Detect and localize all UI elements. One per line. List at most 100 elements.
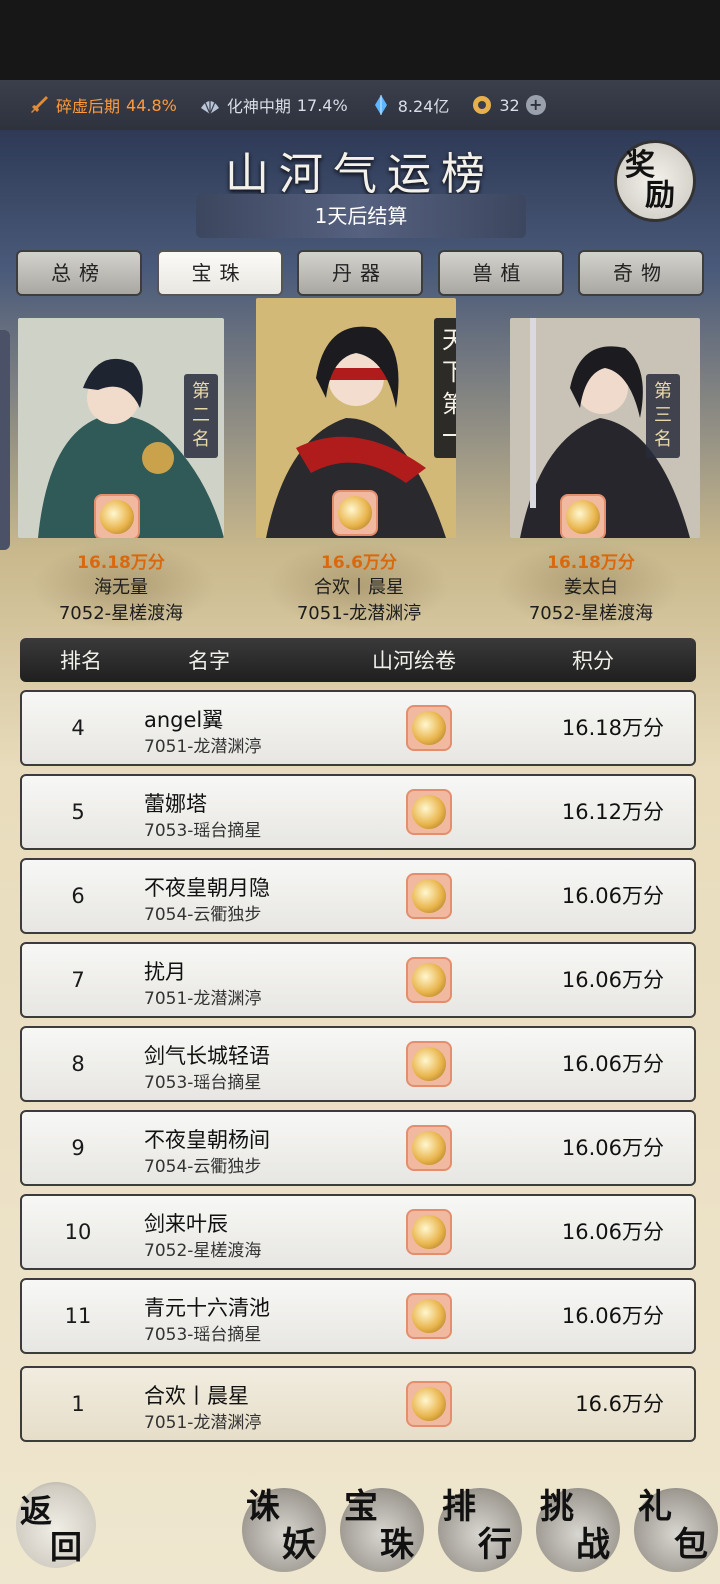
scroll-icon[interactable]: [406, 705, 452, 751]
spirit-stone-counter: 8.24亿: [370, 93, 450, 117]
scroll-icon[interactable]: [406, 1125, 452, 1171]
scroll-icon[interactable]: [406, 1209, 452, 1255]
nav-demon-slaying-button[interactable]: 诛 妖: [242, 1488, 326, 1572]
scroll-icon[interactable]: [560, 494, 606, 538]
nav-char: 礼: [638, 1487, 672, 1527]
nav-treasure-button[interactable]: 宝 珠: [340, 1488, 424, 1572]
treasure-orb-icon: [412, 963, 446, 997]
reward-button[interactable]: 奖 励: [614, 140, 696, 222]
column-scroll: 山河绘卷: [372, 649, 456, 673]
treasure-orb-icon: [412, 711, 446, 745]
third-place-portrait[interactable]: 第三名: [510, 318, 700, 538]
scroll-icon[interactable]: [406, 1041, 452, 1087]
nav-char: 珠: [380, 1525, 414, 1565]
reward-char: 励: [645, 178, 675, 213]
row-name: 蕾娜塔: [144, 792, 207, 816]
row-server: 7053-瑶台摘星: [144, 1325, 262, 1345]
row-rank: 6: [71, 884, 85, 908]
podium-name: 海无量: [94, 577, 148, 598]
table-row[interactable]: 7 扰月 7051-龙潜渊渟 16.06万分: [20, 942, 696, 1018]
first-place-portrait[interactable]: 天下第一: [256, 298, 456, 538]
podium-score: 16.18万分: [77, 553, 165, 573]
table-row[interactable]: 4 angel翼 7051-龙潜渊渟 16.18万分: [20, 690, 696, 766]
page-title: 山河气运榜: [225, 149, 495, 200]
back-button[interactable]: 返 回: [16, 1482, 96, 1568]
tab-curiosity[interactable]: 奇物: [578, 250, 704, 296]
scroll-icon[interactable]: [94, 494, 140, 538]
row-name: 青元十六清池: [144, 1296, 270, 1320]
third-place-info: 16.18万分 姜太白 7052-星槎渡海: [496, 548, 686, 625]
nav-ranking-button[interactable]: 排 行: [438, 1488, 522, 1572]
scroll-icon[interactable]: [406, 789, 452, 835]
table-row[interactable]: 9 不夜皇朝杨间 7054-云衢独步 16.06万分: [20, 1110, 696, 1186]
top-wave-pattern: [0, 0, 720, 80]
treasure-orb-icon: [412, 1047, 446, 1081]
table-row[interactable]: 6 不夜皇朝月隐 7054-云衢独步 16.06万分: [20, 858, 696, 934]
podium-score: 16.18万分: [547, 553, 635, 573]
realm-progress-secondary: 化神中期 17.4%: [199, 93, 348, 117]
scroll-icon[interactable]: [406, 1293, 452, 1339]
fan-icon: [200, 99, 219, 115]
treasure-orb-icon: [412, 1215, 446, 1249]
row-score: 16.06万分: [561, 1220, 664, 1244]
scroll-icon[interactable]: [406, 873, 452, 919]
table-row[interactable]: 5 蕾娜塔 7053-瑶台摘星 16.12万分: [20, 774, 696, 850]
column-score: 积分: [572, 649, 614, 673]
treasure-orb-icon: [412, 1299, 446, 1333]
currency-counter: 32 +: [471, 94, 546, 116]
row-rank: 4: [71, 716, 85, 740]
row-name: 剑来叶辰: [144, 1212, 228, 1236]
table-row[interactable]: 8 剑气长城轻语 7053-瑶台摘星 16.06万分: [20, 1026, 696, 1102]
add-currency-button[interactable]: +: [525, 95, 546, 115]
nav-char: 回: [50, 1528, 83, 1566]
nav-char: 行: [478, 1525, 512, 1565]
tab-treasure[interactable]: 宝珠: [156, 250, 283, 296]
row-score: 16.06万分: [561, 968, 664, 992]
nav-challenge-button[interactable]: 挑 战: [536, 1488, 620, 1572]
nav-char: 包: [674, 1525, 708, 1565]
nav-char: 战: [576, 1525, 610, 1565]
scroll-icon[interactable]: [332, 490, 378, 536]
row-rank: 10: [64, 1220, 92, 1244]
row-rank: 11: [64, 1304, 92, 1328]
second-place-portrait[interactable]: 第二名: [18, 318, 224, 538]
podium-name: 合欢丨晨星: [314, 577, 404, 598]
row-rank: 8: [71, 1052, 85, 1076]
tab-pill-artifact[interactable]: 丹器: [297, 250, 423, 296]
tab-overall[interactable]: 总榜: [16, 250, 142, 296]
spirit-stone-value: 8.24亿: [397, 97, 450, 116]
settlement-countdown: 1天后结算: [196, 194, 526, 238]
tab-beast-plant[interactable]: 兽植: [437, 250, 564, 296]
bottom-nav: 返 回 诛 妖 宝 珠 排 行 挑 战 礼 包: [0, 1474, 720, 1584]
top-three-podium: 第二名 16.18万分 海无量 7052-星槎渡海 天下第一 16.6万分 合欢…: [0, 298, 720, 638]
jade-coin-icon: [473, 96, 492, 114]
nav-char: 返: [20, 1492, 53, 1530]
nav-gift-pack-button[interactable]: 礼 包: [634, 1488, 718, 1572]
row-name: 合欢丨晨星: [144, 1384, 249, 1408]
reward-char: 奖: [625, 148, 655, 183]
realm-progress-primary: 碎虚后期 44.8%: [28, 93, 177, 117]
table-header: 排名 名字 山河绘卷 积分: [20, 638, 696, 682]
nav-char: 妖: [282, 1525, 316, 1565]
scroll-icon[interactable]: [406, 1381, 452, 1427]
table-row[interactable]: 11 青元十六清池 7053-瑶台摘星 16.06万分: [20, 1278, 696, 1354]
row-server: 7054-云衢独步: [144, 1157, 262, 1177]
table-row[interactable]: 10 剑来叶辰 7052-星槎渡海 16.06万分: [20, 1194, 696, 1270]
row-name: 不夜皇朝月隐: [144, 876, 270, 900]
realm-percent: 44.8%: [126, 95, 177, 115]
row-rank: 7: [71, 968, 85, 992]
podium-server: 7052-星槎渡海: [528, 603, 654, 624]
row-score: 16.6万分: [575, 1392, 664, 1416]
my-rank-row[interactable]: 1 合欢丨晨星 7051-龙潜渊渟 16.6万分: [20, 1366, 696, 1442]
currency-value: 32: [499, 95, 520, 115]
treasure-orb-icon: [412, 1131, 446, 1165]
podium-score: 16.6万分: [321, 553, 397, 573]
row-score: 16.06万分: [561, 1304, 664, 1328]
row-name: 扰月: [144, 960, 186, 984]
row-rank: 1: [71, 1392, 85, 1416]
second-place-info: 16.18万分 海无量 7052-星槎渡海: [26, 548, 216, 625]
nav-char: 宝: [344, 1487, 378, 1527]
first-place-info: 16.6万分 合欢丨晨星 7051-龙潜渊渟: [264, 548, 454, 625]
scroll-icon[interactable]: [406, 957, 452, 1003]
podium-server: 7051-龙潜渊渟: [296, 603, 422, 624]
